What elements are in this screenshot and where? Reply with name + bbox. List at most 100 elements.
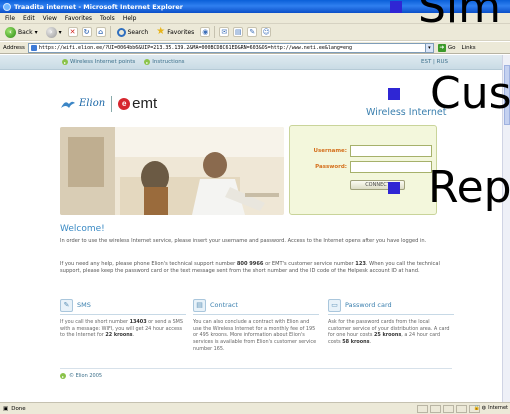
section-divider bbox=[328, 314, 454, 315]
slide-line-1: Sim bbox=[418, 0, 502, 33]
tech-support-number: 800 9966 bbox=[236, 261, 264, 267]
status-pane bbox=[443, 405, 454, 413]
forward-arrow-icon: › bbox=[45, 26, 57, 38]
contract-heading: ▤ Contract bbox=[193, 298, 319, 312]
password-card-title: Password card bbox=[345, 301, 392, 309]
emt-logo-text: emt bbox=[132, 95, 158, 112]
sms-text-pre: If you call the short number bbox=[60, 319, 130, 325]
card-text-end: . bbox=[369, 339, 372, 346]
search-label: Search bbox=[127, 28, 149, 36]
card-hour-price: 25 kroons bbox=[373, 332, 402, 339]
refresh-icon[interactable]: ↻ bbox=[81, 27, 92, 37]
contract-title: Contract bbox=[210, 301, 238, 309]
menu-help[interactable]: Help bbox=[123, 15, 137, 22]
section-divider bbox=[193, 314, 319, 315]
nav-wireless-points-label: Wireless Internet points bbox=[70, 59, 136, 65]
go-button[interactable]: ➜ Go bbox=[437, 43, 456, 52]
status-panes bbox=[417, 405, 480, 413]
forward-button[interactable]: › ▾ bbox=[44, 25, 64, 39]
menu-edit[interactable]: Edit bbox=[23, 15, 35, 22]
password-card-text: Ask for the password cards from the loca… bbox=[328, 319, 454, 346]
slide-bullet-icon bbox=[390, 1, 402, 13]
mail-icon[interactable]: ✉ bbox=[219, 27, 230, 37]
globe-icon: ◍ bbox=[481, 405, 487, 411]
menu-view[interactable]: View bbox=[43, 15, 57, 22]
emt-logo-icon: e bbox=[118, 97, 131, 110]
slide-line-2: Cus bbox=[430, 68, 510, 119]
sms-price: 22 kroons bbox=[105, 332, 133, 339]
password-card-icon: ▭ bbox=[328, 298, 341, 312]
page-icon bbox=[30, 44, 37, 51]
sms-text: If you call the short number 13403 or se… bbox=[60, 319, 186, 339]
sms-heading: ✎ SMS bbox=[60, 298, 186, 312]
password-input[interactable] bbox=[350, 161, 432, 173]
toolbar-separator bbox=[109, 26, 111, 38]
password-card-heading: ▭ Password card bbox=[328, 298, 454, 312]
menu-file[interactable]: File bbox=[5, 15, 15, 22]
nav-wireless-points-link[interactable]: ▸ Wireless Internet points bbox=[62, 59, 135, 65]
footer-divider bbox=[60, 368, 452, 369]
login-form: Username: Password: CONNECT bbox=[289, 125, 437, 215]
status-bar: ▣ Done 🔒 ◍ Internet bbox=[0, 402, 510, 414]
print-icon[interactable]: ▤ bbox=[233, 27, 244, 37]
internet-explorer-icon bbox=[3, 2, 11, 11]
footer: ▸ © Elion 2005 bbox=[60, 373, 102, 379]
slide-bullet-icon bbox=[388, 88, 400, 100]
lock-icon: 🔒 bbox=[473, 405, 480, 411]
contract-text: You can also conclude a contract with El… bbox=[193, 319, 317, 352]
intro-paragraph: In order to use the wireless Internet se… bbox=[60, 238, 427, 244]
elion-logo: Elion bbox=[60, 98, 105, 110]
messenger-icon[interactable]: ☺ bbox=[261, 27, 272, 37]
nav-arrow-icon: ▸ bbox=[62, 59, 68, 65]
status-pane bbox=[417, 405, 428, 413]
forward-dropdown-icon[interactable]: ▾ bbox=[59, 29, 62, 36]
elion-logo-text: Elion bbox=[79, 98, 106, 109]
sms-pen-icon: ✎ bbox=[60, 298, 73, 312]
help-paragraph: If you need any help, please phone Elion… bbox=[60, 261, 452, 275]
address-bar: Address https://wifi.elion.ee/?UI=0064bb… bbox=[0, 42, 510, 54]
back-dropdown-icon[interactable]: ▾ bbox=[35, 29, 38, 36]
favorites-label: Favorites bbox=[167, 28, 195, 36]
elion-logo-icon bbox=[61, 101, 75, 108]
address-url: https://wifi.elion.ee/?UI=0064bb6&UIP=21… bbox=[38, 44, 352, 51]
go-label: Go bbox=[447, 44, 456, 51]
home-icon[interactable]: ⌂ bbox=[95, 27, 106, 37]
welcome-heading: Welcome! bbox=[60, 224, 105, 234]
username-input[interactable] bbox=[350, 145, 432, 157]
links-label[interactable]: Links bbox=[462, 45, 476, 51]
menu-tools[interactable]: Tools bbox=[100, 15, 115, 22]
address-input[interactable]: https://wifi.elion.ee/?UI=0064bb6&UIP=21… bbox=[27, 42, 426, 53]
favorites-button[interactable]: ★ Favorites bbox=[154, 25, 196, 39]
edit-icon[interactable]: ✎ bbox=[247, 27, 258, 37]
help-text-pre: If you need any help, please phone Elion… bbox=[60, 261, 237, 267]
contract-document-icon: ▤ bbox=[193, 298, 206, 312]
customer-service-number: 123 bbox=[355, 261, 366, 267]
nav-arrow-icon: ▸ bbox=[144, 59, 151, 65]
password-label: Password: bbox=[315, 164, 347, 170]
menu-favorites[interactable]: Favorites bbox=[65, 15, 92, 22]
language-switch[interactable]: EST | RUS bbox=[421, 59, 448, 65]
emt-logo: e emt bbox=[118, 95, 157, 112]
nav-instructions-link[interactable]: ▸ Instructions bbox=[144, 59, 185, 65]
back-button[interactable]: ‹ Back ▾ bbox=[3, 25, 40, 39]
help-text-mid: or EMT's customer service number bbox=[263, 261, 356, 267]
sms-text-end: . bbox=[132, 332, 135, 339]
slide-line-3: Rep bbox=[428, 162, 510, 213]
section-divider bbox=[60, 314, 186, 315]
contract-info-box: ▤ Contract You can also conclude a contr… bbox=[193, 298, 319, 353]
window-title: Traadita internet - Microsoft Internet E… bbox=[14, 2, 184, 11]
hero-photo-image bbox=[60, 127, 284, 215]
sms-info-box: ✎ SMS If you call the short number 13403… bbox=[60, 298, 186, 339]
zone-label: Internet bbox=[488, 405, 508, 411]
security-zone[interactable]: 🔒 ◍ Internet bbox=[474, 405, 508, 411]
slide-bullet-icon bbox=[388, 182, 400, 194]
search-icon bbox=[116, 27, 126, 37]
page-content: ▸ Wireless Internet points ▸ Instruction… bbox=[0, 55, 502, 402]
search-button[interactable]: Search bbox=[115, 25, 151, 39]
address-dropdown-icon[interactable]: ▾ bbox=[424, 42, 434, 53]
media-icon[interactable]: ◉ bbox=[200, 27, 211, 37]
stop-icon[interactable]: ✕ bbox=[67, 27, 78, 37]
back-arrow-icon: ‹ bbox=[5, 26, 16, 38]
favorites-star-icon: ★ bbox=[156, 26, 166, 37]
status-pane bbox=[456, 405, 467, 413]
